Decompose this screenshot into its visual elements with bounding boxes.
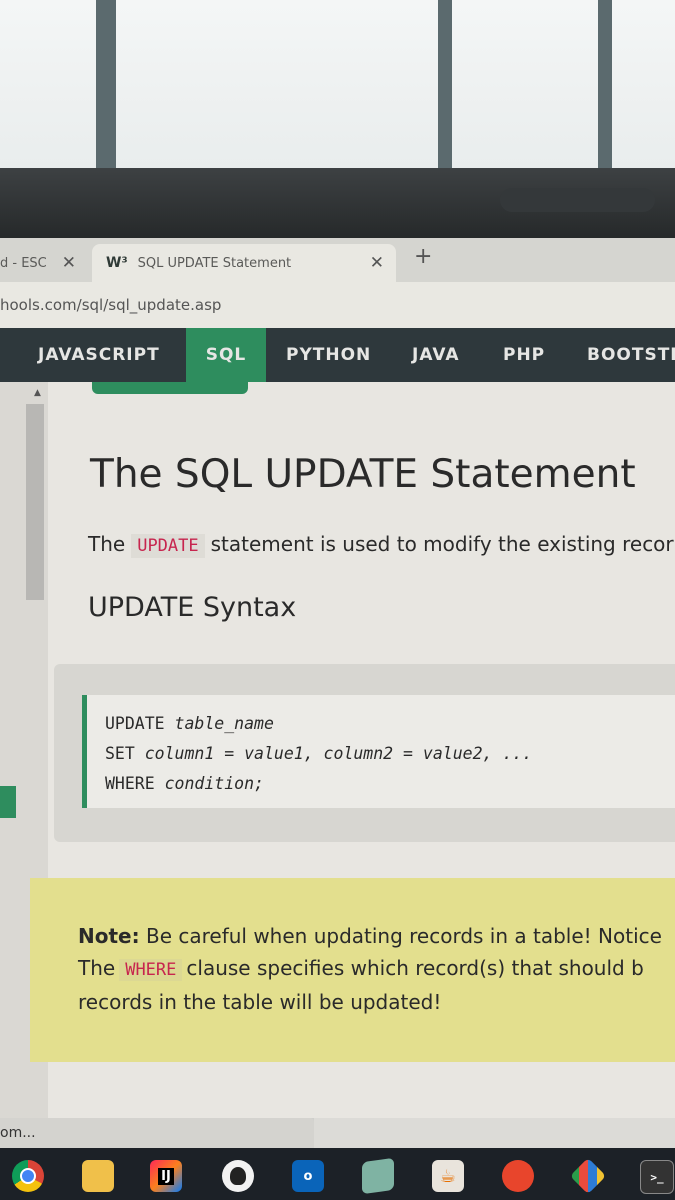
- note-text: Note: Be careful when updating records i…: [78, 920, 662, 1018]
- nav-python[interactable]: PYTHON: [286, 328, 371, 382]
- inkscape-icon[interactable]: [222, 1160, 254, 1192]
- code-placeholder: condition;: [164, 774, 264, 793]
- note-line-text: The: [78, 956, 116, 980]
- note-line: The WHERE clause specifies which record(s)…: [78, 952, 662, 986]
- nav-button-partial[interactable]: [92, 382, 248, 394]
- note-line: records in the table will be updated!: [78, 986, 662, 1018]
- tab-label: d - ESC: [0, 255, 47, 271]
- url-text: hools.com/sql/sql_update.asp: [0, 296, 222, 314]
- nav-php[interactable]: PHP: [503, 328, 545, 382]
- monitor-bezel: [0, 168, 675, 238]
- w3schools-favicon-icon: W³: [106, 255, 128, 271]
- chrome-icon[interactable]: [12, 1160, 44, 1192]
- close-tab-icon[interactable]: ✕: [370, 253, 384, 273]
- intellij-label: IJ: [158, 1167, 174, 1185]
- tab-bar: d - ESC ✕ W³ SQL UPDATE Statement ✕: [0, 238, 675, 282]
- intellij-icon[interactable]: IJ: [150, 1160, 182, 1192]
- java-icon[interactable]: ☕: [432, 1160, 464, 1192]
- close-tab-icon[interactable]: ✕: [62, 253, 76, 273]
- site-topnav: JAVASCRIPT SQL PYTHON JAVA PHP BOOTSTI: [0, 328, 675, 382]
- intro-text: The: [88, 532, 126, 556]
- scroll-up-arrow-icon[interactable]: ▲: [34, 388, 41, 398]
- address-bar[interactable]: hools.com/sql/sql_update.asp: [0, 282, 675, 328]
- tab-inactive[interactable]: d - ESC ✕: [0, 244, 88, 282]
- inline-code: UPDATE: [131, 534, 205, 558]
- nav-sql[interactable]: SQL: [186, 328, 266, 382]
- app-icon[interactable]: [502, 1160, 534, 1192]
- webcam-slot: [500, 188, 655, 212]
- code-line: UPDATE table_name: [105, 709, 675, 739]
- note-line-text: records in the table will be updated!: [78, 990, 442, 1014]
- window-background: [0, 0, 675, 168]
- code-placeholder: column1 = value1, column2 = value2, ...: [144, 744, 533, 763]
- intro-text: statement is used to modify the existing…: [210, 532, 674, 556]
- nav-java[interactable]: JAVA: [412, 328, 460, 382]
- outlook-icon[interactable]: o: [292, 1160, 324, 1192]
- page-bottom: [314, 1118, 675, 1148]
- code-keyword: UPDATE: [105, 714, 165, 733]
- code-line: WHERE condition;: [105, 769, 675, 799]
- syntax-heading: UPDATE Syntax: [88, 592, 297, 623]
- window-frame: [598, 0, 612, 168]
- syntax-code-block: UPDATE table_name SET column1 = value1, …: [82, 695, 675, 808]
- inline-code: WHERE: [119, 959, 183, 981]
- new-tab-button[interactable]: +: [414, 244, 432, 269]
- code-line: SET column1 = value1, column2 = value2, …: [105, 739, 675, 769]
- intro-paragraph: The UPDATE statement is used to modify the…: [88, 532, 674, 558]
- code-keyword: SET: [105, 744, 135, 763]
- tab-label: SQL UPDATE Statement: [137, 255, 292, 271]
- window-frame: [438, 0, 452, 168]
- window-frame: [96, 0, 116, 168]
- terminal-icon[interactable]: >_: [640, 1160, 674, 1194]
- nav-bootstrap[interactable]: BOOTSTI: [587, 328, 675, 382]
- browser-status-bar: om...: [0, 1118, 314, 1148]
- page-title: The SQL UPDATE Statement: [90, 452, 636, 497]
- sidebar-scrollbar-thumb[interactable]: [26, 404, 44, 600]
- note-label: Note:: [78, 924, 140, 948]
- code-keyword: WHERE: [105, 774, 155, 793]
- status-text: om...: [0, 1125, 36, 1141]
- sidebar-active-marker: [0, 786, 16, 818]
- code-placeholder: table_name: [174, 714, 274, 733]
- note-line-text: Be careful when updating records in a ta…: [145, 924, 662, 948]
- notepad-icon[interactable]: [362, 1157, 394, 1195]
- note-line: Note: Be careful when updating records i…: [78, 920, 662, 952]
- outlook-label: o: [303, 1168, 313, 1184]
- tab-active[interactable]: W³ SQL UPDATE Statement ✕: [92, 244, 396, 282]
- note-line-text: clause specifies which record(s) that sh…: [186, 956, 644, 980]
- nav-javascript[interactable]: JAVASCRIPT: [38, 328, 160, 382]
- file-explorer-icon[interactable]: [82, 1160, 114, 1192]
